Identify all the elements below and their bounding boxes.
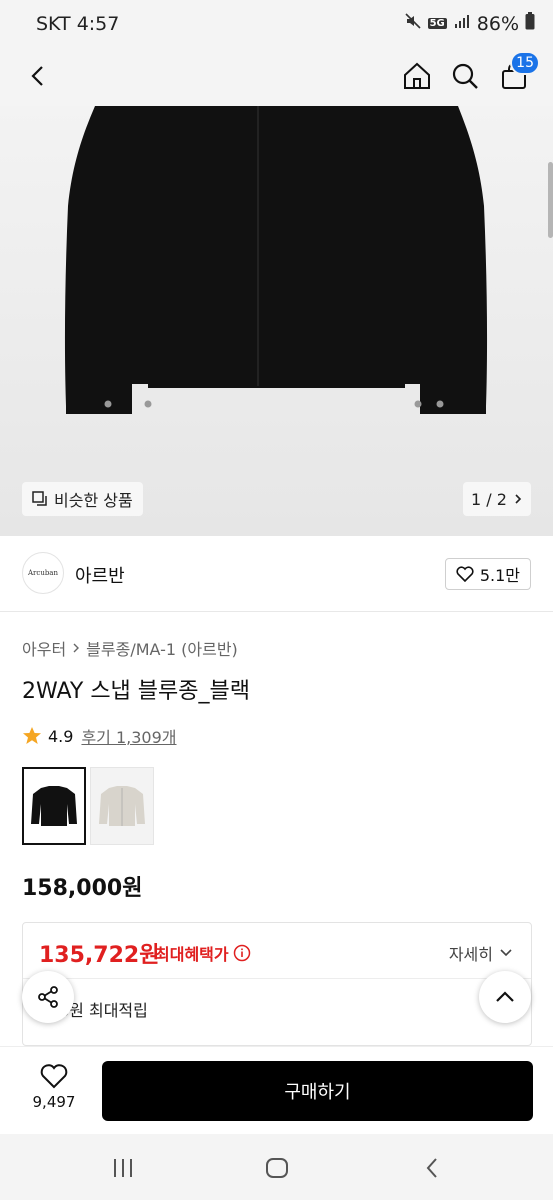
home-button[interactable] — [397, 56, 437, 96]
cart-button[interactable]: 15 — [494, 51, 540, 96]
product-title: 2WAY 스냅 블루종_블랙 — [22, 679, 250, 704]
recent-apps-icon — [114, 1159, 132, 1177]
breadcrumb-level1[interactable]: 아우터 — [22, 636, 66, 660]
brand-logo-text: Arcuban — [28, 569, 58, 577]
star-icon — [23, 727, 41, 744]
info-icon[interactable] — [233, 944, 251, 962]
similar-label: 비슷한 상품 — [54, 491, 133, 510]
purchase-bar: 9,497 구매하기 — [0, 1046, 553, 1134]
brand-like-count: 5.1만 — [479, 566, 520, 585]
max-benefit-label: 최대혜택가 — [155, 941, 251, 965]
chevron-up-icon — [496, 991, 514, 1002]
scroll-top-button[interactable] — [479, 971, 531, 1023]
back-nav-button[interactable] — [412, 1152, 452, 1184]
brand-like-button[interactable]: 5.1만 — [444, 558, 531, 590]
reviews-link[interactable]: 후기 1,309개 — [81, 724, 176, 748]
similar-icon — [32, 491, 47, 506]
carrier-time: SKT 4:57 — [36, 13, 120, 35]
search-button[interactable] — [445, 56, 485, 96]
color-option-black[interactable] — [22, 767, 86, 845]
chevron-right-icon — [515, 494, 522, 504]
rating-value: 4.9 — [48, 726, 74, 746]
home-icon — [404, 62, 430, 89]
recent-apps-button[interactable] — [103, 1152, 143, 1184]
scroll-indicator[interactable] — [548, 162, 553, 238]
breadcrumb-level2[interactable]: 블루종/MA-1 (아르반) — [86, 636, 238, 660]
brand-name[interactable]: 아르반 — [75, 562, 125, 588]
battery-percent: 86% — [476, 12, 519, 35]
brand-row: Arcuban 아르반 5.1만 — [0, 536, 553, 612]
wishlist-button[interactable]: 9,497 — [24, 1063, 84, 1111]
rating-row: 4.9 후기 1,309개 — [22, 724, 177, 748]
image-pager-button[interactable]: 1 / 2 — [463, 482, 531, 516]
heart-icon — [456, 566, 474, 582]
network-icon: 5G — [427, 18, 447, 29]
jacket-thumbnail — [99, 786, 145, 826]
heart-icon — [40, 1064, 68, 1089]
home-nav-button[interactable] — [257, 1152, 297, 1184]
product-image — [64, 106, 488, 414]
signal-icon — [453, 12, 471, 35]
brand-logo[interactable]: Arcuban — [22, 552, 64, 594]
chevron-down-icon — [500, 949, 512, 957]
pager-text: 1 / 2 — [471, 489, 507, 509]
back-nav-icon — [426, 1158, 437, 1178]
back-icon — [31, 66, 43, 86]
jacket-thumbnail — [31, 786, 77, 826]
benefit-detail-link[interactable]: 자세히 — [449, 941, 513, 965]
cart-count-badge: 15 — [510, 51, 540, 75]
detail-label: 자세히 — [448, 945, 493, 964]
max-benefit-price: 135,722원 — [39, 943, 160, 968]
share-icon — [38, 986, 58, 1008]
mute-icon — [404, 12, 422, 35]
back-button[interactable] — [18, 56, 58, 96]
max-benefit-row[interactable]: 135,722원 최대혜택가 자세히 — [23, 923, 531, 979]
system-nav-bar — [0, 1134, 553, 1200]
product-price: 158,000원 — [22, 876, 143, 901]
similar-products-button[interactable]: 비슷한 상품 — [22, 482, 143, 516]
home-nav-icon — [266, 1158, 288, 1178]
buy-button[interactable]: 구매하기 — [102, 1061, 533, 1121]
breadcrumb: 아우터 블루종/MA-1 (아르반) — [22, 636, 238, 660]
chevron-right-icon — [73, 643, 80, 653]
search-icon — [452, 63, 478, 89]
color-option-beige[interactable] — [90, 767, 154, 845]
wishlist-count: 9,497 — [32, 1093, 76, 1111]
status-bar: SKT 4:57 5G 86% — [0, 0, 553, 48]
color-options — [22, 767, 154, 845]
benefit-box: 135,722원 최대혜택가 자세히 8원 최대적립 — [22, 922, 532, 1046]
product-image-carousel[interactable]: 비슷한 상품 1 / 2 — [0, 106, 553, 536]
share-button[interactable] — [22, 971, 74, 1023]
app-header: 15 — [0, 48, 553, 106]
battery-icon — [525, 12, 535, 35]
status-icons: 5G 86% — [404, 12, 535, 35]
max-benefit-label-text: 최대혜택가 — [155, 945, 229, 964]
